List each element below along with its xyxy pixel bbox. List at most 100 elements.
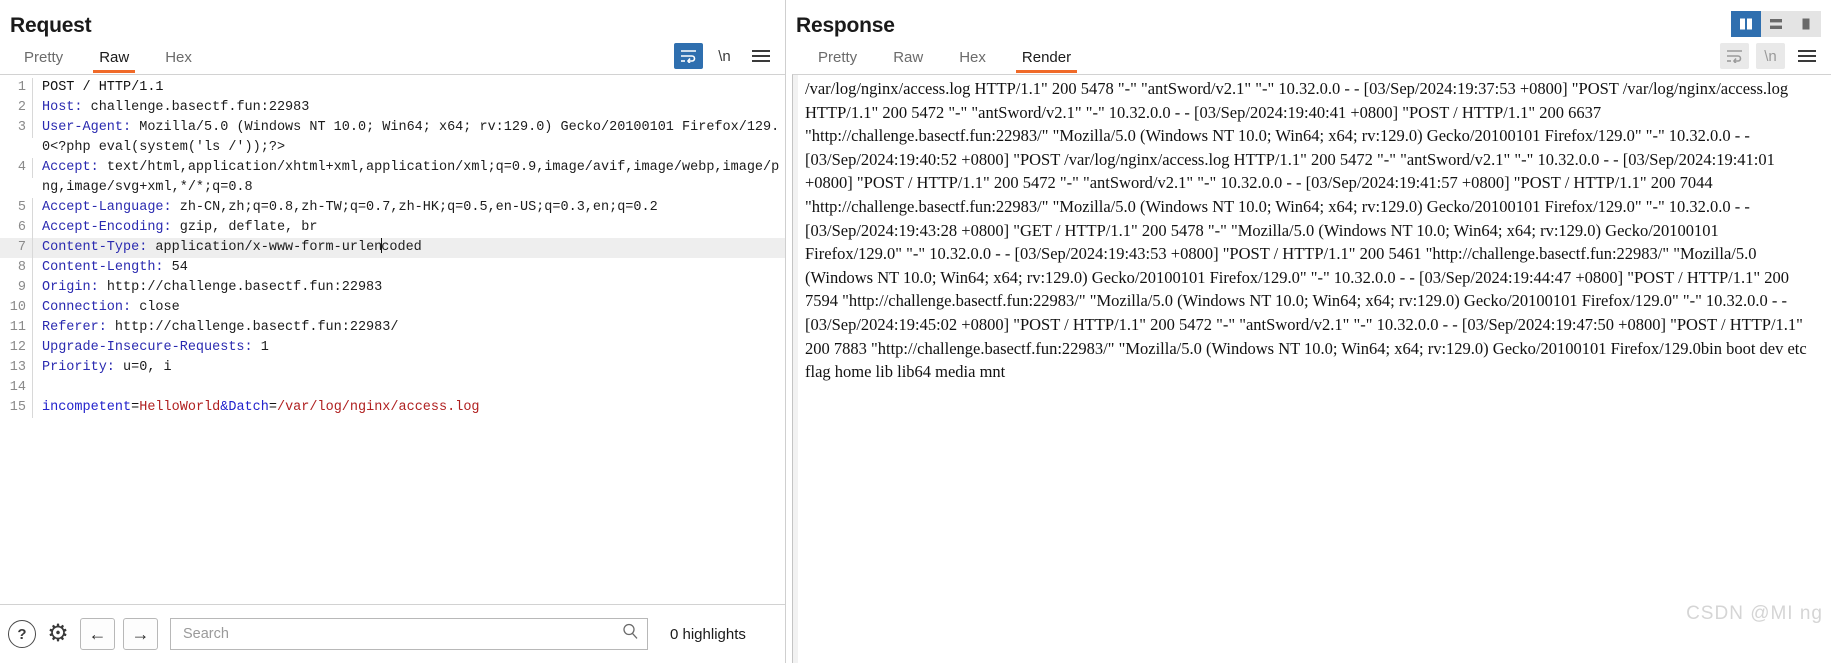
line-number: 2 [0,98,33,118]
body-param-name: Datch [228,400,269,415]
header-name: Referer: [42,320,107,335]
search-input[interactable] [181,625,622,643]
newline-toggle-icon[interactable]: \n [710,43,739,69]
line-text: Host: challenge.basectf.fun:22983 [33,98,785,118]
tab-request-pretty[interactable]: Pretty [6,45,81,74]
arrow-right-icon[interactable]: → [123,618,158,650]
gear-icon[interactable]: ⚙ [44,620,72,648]
request-editor[interactable]: 1 POST / HTTP/1.1 2 Host: challenge.basectf… [0,74,785,604]
line-number: 8 [0,258,33,278]
request-line[interactable]: 2 Host: challenge.basectf.fun:22983 [0,98,785,118]
request-toolbar: \n [674,43,785,74]
request-line[interactable]: 14 [0,378,785,398]
response-toolbar: \n [1720,43,1831,74]
tab-request-hex[interactable]: Hex [147,45,210,74]
header-value: 54 [163,260,188,275]
header-value: coded [381,240,422,255]
line-text: Priority: u=0, i [33,358,785,378]
response-render-view[interactable]: /var/log/nginx/access.log HTTP/1.1" 200 … [792,74,1831,663]
line-text: POST / HTTP/1.1 [42,80,164,95]
tab-response-render[interactable]: Render [1004,45,1089,74]
tab-response-raw[interactable]: Raw [875,45,941,74]
line-number: 4 [0,158,33,178]
line-text: Origin: http://challenge.basectf.fun:229… [33,278,785,298]
line-text: Accept-Language: zh-CN,zh;q=0.8,zh-TW;q=… [33,198,785,218]
line-number: 10 [0,298,33,318]
layout-stacked-icon[interactable] [1761,11,1791,37]
request-line[interactable]: 8 Content-Length: 54 [0,258,785,278]
line-number: 11 [0,318,33,338]
line-number: 15 [0,398,33,418]
header-name: Connection: [42,300,132,315]
header-name: Origin: [42,280,99,295]
header-value: text/html,application/xhtml+xml,applicat… [42,160,780,195]
tab-response-pretty[interactable]: Pretty [800,45,875,74]
response-title: Response [796,14,895,37]
header-name: Priority: [42,360,115,375]
header-name: Content-Length: [42,260,164,275]
line-number: 7 [0,238,33,258]
line-number: 1 [0,78,33,98]
response-rendered-text: /var/log/nginx/access.log HTTP/1.1" 200 … [805,79,1807,382]
tab-request-raw[interactable]: Raw [81,45,147,74]
search-box[interactable] [170,618,648,650]
request-line[interactable]: 4 Accept: text/html,application/xhtml+xml… [0,158,785,198]
line-number: 9 [0,278,33,298]
line-text: Connection: close [33,298,785,318]
header-name: Accept-Language: [42,200,172,215]
line-text: Accept: text/html,application/xhtml+xml,… [33,158,785,198]
layout-single-icon[interactable] [1791,11,1821,37]
header-name: User-Agent: [42,120,132,135]
arrow-left-icon[interactable]: ← [80,618,115,650]
request-line[interactable]: 3 User-Agent: Mozilla/5.0 (Windows NT 10.… [0,118,785,158]
magnifier-icon[interactable] [622,623,639,645]
header-name: Accept: [42,160,99,175]
line-number: 13 [0,358,33,378]
newline-toggle-icon[interactable]: \n [1756,43,1785,69]
header-value: zh-CN,zh;q=0.8,zh-TW;q=0.7,zh-HK;q=0.5,e… [171,200,658,215]
line-text: incompetent=HelloWorld&Datch=/var/log/ng… [33,398,785,418]
header-name: Content-Type: [42,240,148,255]
line-text: Content-Type: application/x-www-form-url… [33,238,785,258]
line-number: 12 [0,338,33,358]
request-line[interactable]: 6 Accept-Encoding: gzip, deflate, br [0,218,785,238]
header-value: 1 [252,340,269,355]
layout-side-by-side-icon[interactable] [1731,11,1761,37]
header-name: Upgrade-Insecure-Requests: [42,340,253,355]
help-question-icon[interactable]: ? [8,620,36,648]
hamburger-menu-icon[interactable] [746,43,775,69]
request-line[interactable]: 10 Connection: close [0,298,785,318]
line-text: Upgrade-Insecure-Requests: 1 [33,338,785,358]
word-wrap-icon[interactable] [674,43,703,69]
request-tabstrip: Pretty Raw Hex \n [0,38,785,74]
header-value: http://challenge.basectf.fun:22983/ [106,320,399,335]
header-value: close [131,300,180,315]
line-number: 3 [0,118,33,138]
request-line[interactable]: 1 POST / HTTP/1.1 [0,78,785,98]
request-line[interactable]: 7 Content-Type: application/x-www-form-ur… [0,238,785,258]
response-panel: Response Pretty Raw Hex Render \n /var/l… [786,0,1831,663]
header-value: http://challenge.basectf.fun:22983 [98,280,383,295]
tab-response-hex[interactable]: Hex [941,45,1004,74]
response-scrollbar[interactable] [793,75,798,663]
response-tabstrip: Pretty Raw Hex Render \n [786,38,1831,74]
request-line[interactable]: 15 incompetent=HelloWorld&Datch=/var/log/… [0,398,785,418]
line-text: User-Agent: Mozilla/5.0 (Windows NT 10.0… [33,118,785,158]
burp-repeater-window: Request Pretty Raw Hex \n 1POST / HTTP/1… [0,0,1831,663]
body-param-value: HelloWorld [139,400,221,415]
request-line[interactable]: 5 Accept-Language: zh-CN,zh;q=0.8,zh-TW;q… [0,198,785,218]
word-wrap-icon[interactable] [1720,43,1749,69]
request-title: Request [10,14,92,37]
hamburger-menu-icon[interactable] [1792,43,1821,69]
request-line[interactable]: 13 Priority: u=0, i [0,358,785,378]
header-name: Host: [42,100,83,115]
body-equals: = [268,400,277,415]
request-code[interactable]: 1 POST / HTTP/1.1 2 Host: challenge.basectf… [0,75,785,418]
header-name: Accept-Encoding: [42,220,172,235]
request-line[interactable]: 11 Referer: http://challenge.basectf.fun:… [0,318,785,338]
request-panel: Request Pretty Raw Hex \n 1POST / HTTP/1… [0,0,786,663]
header-value: gzip, deflate, br [171,220,318,235]
request-line[interactable]: 12 Upgrade-Insecure-Requests: 1 [0,338,785,358]
request-line[interactable]: 9 Origin: http://challenge.basectf.fun:22… [0,278,785,298]
line-number: 6 [0,218,33,238]
